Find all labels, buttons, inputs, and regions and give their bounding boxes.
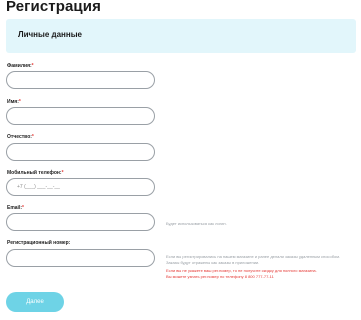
registration-hint-line: Если вы регистрировались на нашем магази…	[166, 254, 341, 259]
phone-label: Мобильный телефон:*	[7, 170, 64, 176]
email-label: Email:*	[7, 205, 24, 211]
section-title: Личные данные	[18, 30, 82, 39]
first-name-input[interactable]	[6, 107, 155, 125]
phone-label-text: Мобильный телефон:	[7, 170, 62, 176]
email-hint: Будет использоваться как логин.	[166, 221, 227, 226]
phone-input[interactable]	[6, 178, 155, 196]
middle-name-input[interactable]	[6, 143, 155, 161]
required-mark: *	[22, 205, 24, 211]
registration-number-label: Регистрационный номер:	[7, 240, 70, 246]
first-name-label: Имя:*	[7, 99, 21, 105]
required-mark: *	[31, 63, 34, 69]
required-mark: *	[18, 99, 21, 105]
registration-number-label-text: Регистрационный номер:	[7, 240, 71, 246]
last-name-label: Фамилия:*	[7, 63, 34, 69]
registration-warning: Если вы не укажете ваш рег.номер, то не …	[166, 268, 356, 279]
registration-hint-line: Заказы будут отражены как заказы в прило…	[166, 259, 260, 265]
page-title: Регистрация	[6, 0, 101, 15]
email-input[interactable]	[6, 213, 155, 231]
registration-hint: Если вы регистрировались на нашем магази…	[166, 254, 356, 265]
middle-name-label: Отчество:*	[7, 134, 34, 140]
registration-number-input[interactable]	[6, 249, 155, 267]
middle-name-label-text: Отчество:	[7, 134, 32, 140]
first-name-label-text: Имя:	[7, 99, 19, 105]
personal-data-section-header: Личные данные	[6, 19, 356, 53]
email-label-text: Email:	[7, 205, 23, 211]
next-button[interactable]: Далее	[6, 292, 64, 312]
required-mark: *	[31, 134, 34, 140]
required-mark: *	[61, 170, 64, 176]
last-name-input[interactable]	[6, 71, 155, 89]
registration-warning-line: Вы можете узнать рег.номер по телефону 8…	[166, 273, 274, 279]
last-name-label-text: Фамилия:	[7, 63, 32, 69]
